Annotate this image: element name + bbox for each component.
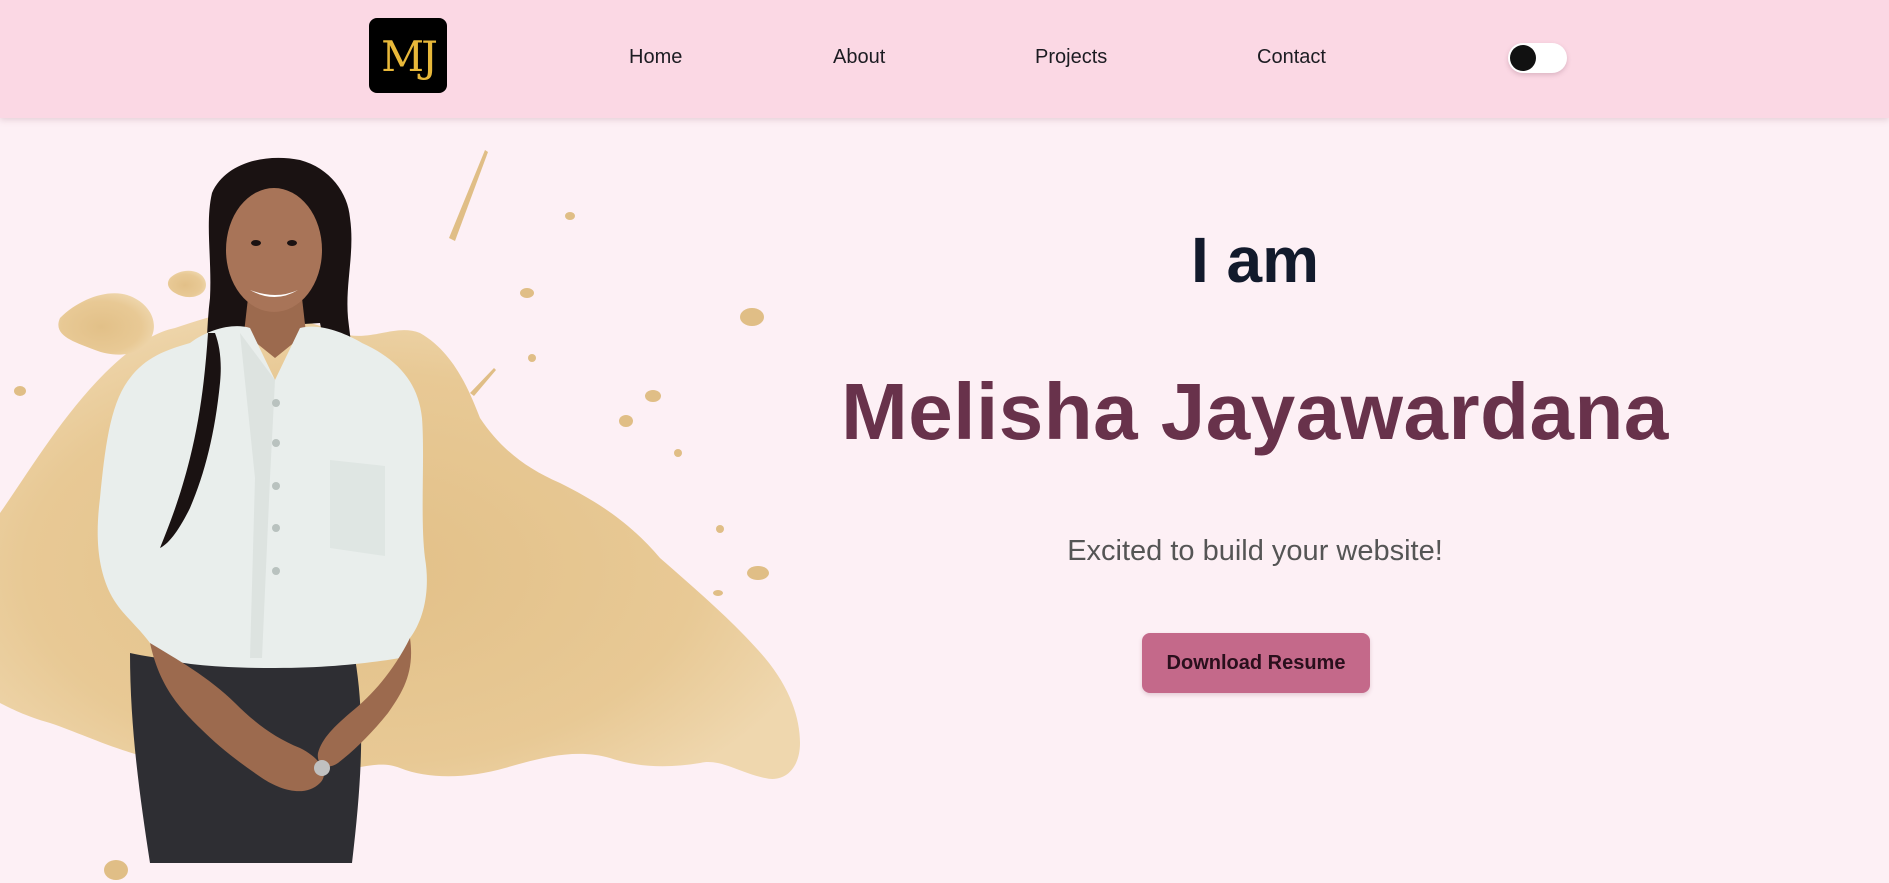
tagline: Excited to build your website!	[1067, 535, 1443, 567]
hero-portrait	[0, 118, 820, 883]
toggle-knob-icon	[1510, 45, 1536, 71]
nav-link-about[interactable]: About	[833, 45, 885, 69]
nav-link-home[interactable]: Home	[629, 45, 682, 69]
nav-link-contact[interactable]: Contact	[1257, 45, 1326, 69]
download-resume-button[interactable]: Download Resume	[1142, 633, 1370, 693]
intro-heading: I am	[1190, 224, 1320, 296]
nav-link-projects[interactable]: Projects	[1035, 45, 1107, 69]
logo-text: MJ	[381, 31, 438, 81]
name-heading: Melisha Jayawardana	[841, 367, 1669, 456]
navbar: MJ Home About Projects Contact	[0, 0, 1889, 118]
theme-toggle[interactable]	[1508, 43, 1567, 73]
hero-intro: I am Melisha Jayawardana Excited to buil…	[800, 118, 1710, 883]
logo[interactable]: MJ	[369, 18, 447, 93]
portrait-face	[226, 188, 322, 312]
